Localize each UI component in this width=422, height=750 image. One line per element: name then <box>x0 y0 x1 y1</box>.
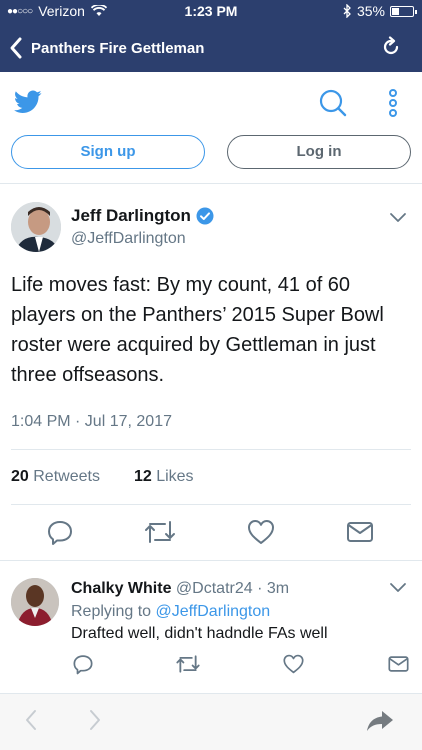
battery-icon <box>390 5 417 17</box>
reply-author-name[interactable]: Chalky White <box>71 580 171 597</box>
reply-text: Drafted well, didn't hadndle FAs well <box>71 625 328 642</box>
tweet-stats: 20 Retweets 12 Likes <box>11 468 194 486</box>
twitter-header: Sign up Log in <box>0 72 422 184</box>
browser-toolbar <box>0 693 422 750</box>
replying-to: Replying to @JeffDarlington <box>71 603 270 621</box>
likes-label: Likes <box>156 468 194 485</box>
retweets-count: 20 <box>11 468 29 485</box>
nav-title: Panthers Fire Gettleman <box>31 40 205 57</box>
reply-icon[interactable] <box>46 518 74 546</box>
search-icon[interactable] <box>318 88 348 118</box>
divider <box>11 449 411 450</box>
back-chevron-icon[interactable] <box>8 36 24 60</box>
reply-reply-icon[interactable] <box>72 653 94 675</box>
reply-actions <box>0 653 422 683</box>
direct-message-icon[interactable] <box>345 518 375 546</box>
tweet-text: Life moves fast: By my count, 41 of 60 p… <box>11 274 384 386</box>
tweet-timestamp[interactable]: 1:04 PM · Jul 17, 2017 <box>11 413 172 431</box>
battery-fill <box>392 7 399 15</box>
reply-handle-time: @Dctatr24 · 3m <box>175 580 290 597</box>
reply-chevron-down-icon[interactable] <box>389 582 407 593</box>
divider <box>11 504 411 505</box>
author-name[interactable]: Jeff Darlington <box>71 206 191 226</box>
reply-tweet: Chalky White @Dctatr24 · 3m Replying to … <box>0 560 422 690</box>
likes-count: 12 <box>133 468 152 485</box>
reply-direct-message-icon[interactable] <box>387 653 410 675</box>
chevron-down-icon[interactable] <box>389 212 407 223</box>
retweet-icon[interactable] <box>143 518 177 546</box>
share-arrow-icon[interactable] <box>366 710 394 737</box>
retweets-stat[interactable]: 20 Retweets <box>11 468 100 486</box>
signup-button[interactable]: Sign up <box>11 135 205 169</box>
reload-icon[interactable] <box>380 36 402 58</box>
top-bar: ●●○○○ Verizon 1:23 PM 35% Panthers Fire … <box>0 0 422 72</box>
reply-retweet-icon[interactable] <box>175 653 201 675</box>
status-bar: ●●○○○ Verizon 1:23 PM 35% <box>0 0 422 22</box>
tweet-actions <box>0 514 422 564</box>
more-options-icon[interactable] <box>386 88 400 118</box>
author-avatar-image <box>11 202 61 252</box>
browser-back-icon[interactable] <box>24 708 38 737</box>
reply-like-heart-icon[interactable] <box>282 653 305 675</box>
retweets-label: Retweets <box>33 468 100 485</box>
reply-avatar[interactable] <box>11 578 59 626</box>
replying-to-label: Replying to <box>71 603 152 620</box>
login-button[interactable]: Log in <box>227 135 411 169</box>
author-avatar[interactable] <box>11 202 61 252</box>
replying-to-handle[interactable]: @JeffDarlington <box>156 603 271 620</box>
twitter-logo-icon[interactable] <box>14 90 42 114</box>
like-heart-icon[interactable] <box>246 518 276 546</box>
bluetooth-icon <box>343 4 351 18</box>
reply-avatar-image <box>11 578 59 626</box>
verified-badge-icon <box>196 207 214 225</box>
likes-stat[interactable]: 12 Likes <box>134 468 194 486</box>
browser-forward-icon[interactable] <box>88 708 102 737</box>
nav-bar: Panthers Fire Gettleman <box>0 28 422 68</box>
author-handle[interactable]: @JeffDarlington <box>71 230 186 248</box>
battery-percent: 35% <box>356 3 385 19</box>
